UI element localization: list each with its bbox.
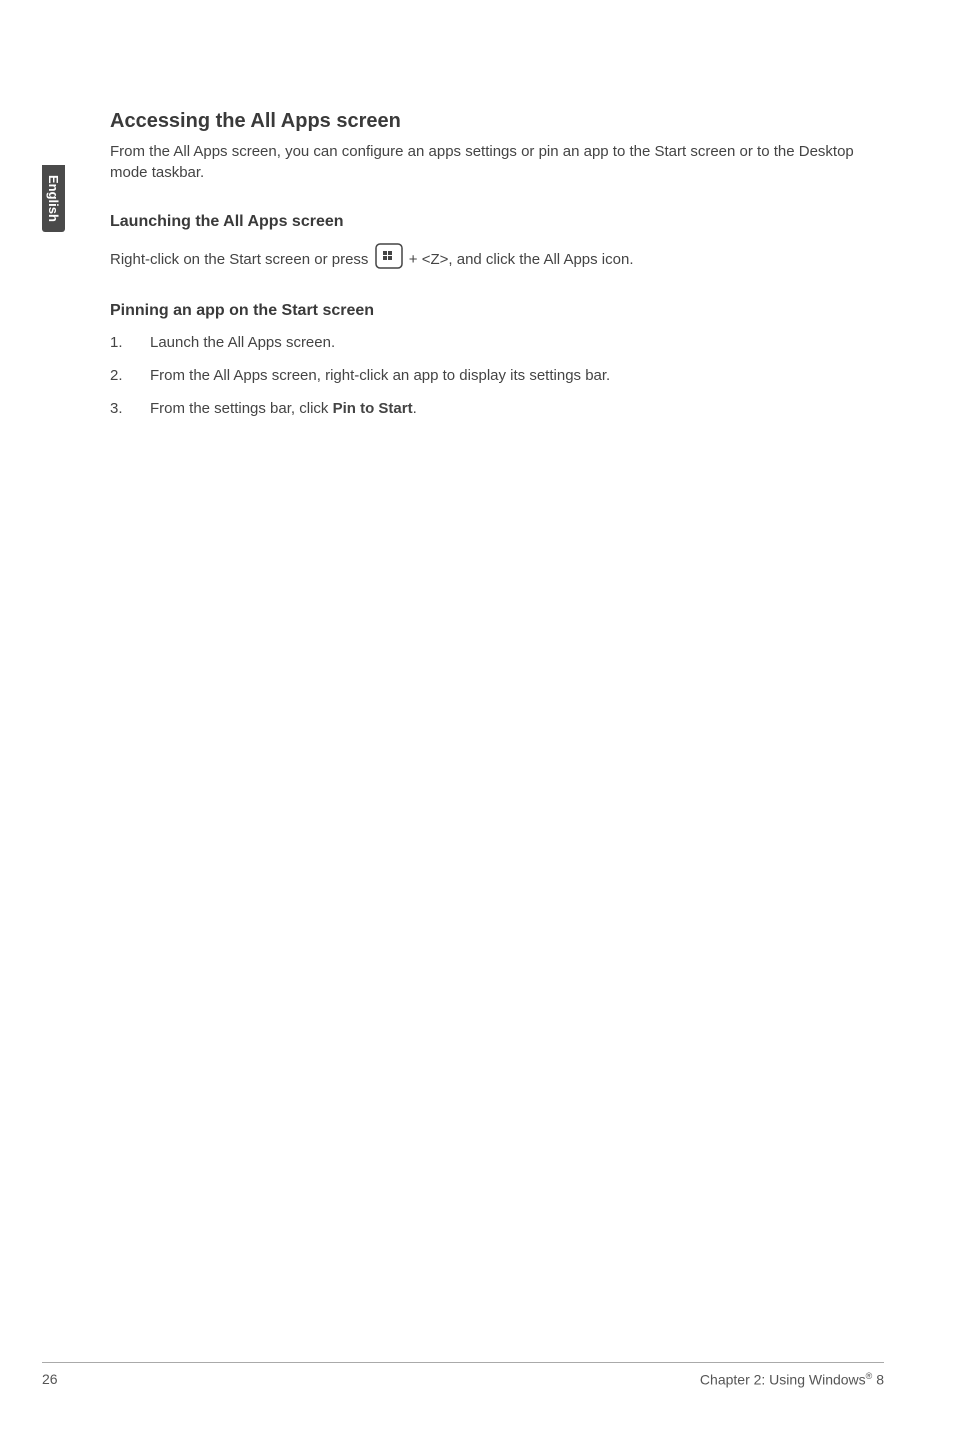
- section2-heading: Pinning an app on the Start screen: [110, 302, 890, 320]
- page-footer: 26 Chapter 2: Using Windows® 8: [42, 1362, 884, 1388]
- step3-after: .: [413, 400, 417, 417]
- list-item: 2. From the All Apps screen, right-click…: [110, 365, 890, 386]
- section1-heading: Launching the All Apps screen: [110, 213, 890, 231]
- list-item: 1. Launch the All Apps screen.: [110, 332, 890, 353]
- main-heading: Accessing the All Apps screen: [110, 110, 890, 133]
- intro-paragraph: From the All Apps screen, you can config…: [110, 141, 890, 183]
- steps-list: 1. Launch the All Apps screen. 2. From t…: [110, 332, 890, 419]
- step-text: From the All Apps screen, right-click an…: [150, 365, 890, 386]
- step-number: 1.: [110, 332, 150, 353]
- page-content: Accessing the All Apps screen From the A…: [110, 110, 890, 431]
- section1-text-before: Right-click on the Start screen or press: [110, 251, 373, 268]
- page-number: 26: [42, 1371, 58, 1388]
- chapter-label: Chapter 2: Using Windows® 8: [700, 1371, 884, 1388]
- windows-key-icon: [375, 243, 403, 277]
- step-text: Launch the All Apps screen.: [150, 332, 890, 353]
- step-number: 2.: [110, 365, 150, 386]
- step3-bold: Pin to Start: [333, 400, 413, 417]
- step-number: 3.: [110, 398, 150, 419]
- section1-text-after: + <Z>, and click the All Apps icon.: [405, 251, 634, 268]
- section1-text: Right-click on the Start screen or press…: [110, 243, 890, 277]
- step3-before: From the settings bar, click: [150, 400, 333, 417]
- chapter-before: Chapter 2: Using Windows: [700, 1372, 866, 1388]
- list-item: 3. From the settings bar, click Pin to S…: [110, 398, 890, 419]
- step-text: From the settings bar, click Pin to Star…: [150, 398, 890, 419]
- chapter-after: 8: [872, 1372, 884, 1388]
- language-tab: English: [42, 165, 65, 232]
